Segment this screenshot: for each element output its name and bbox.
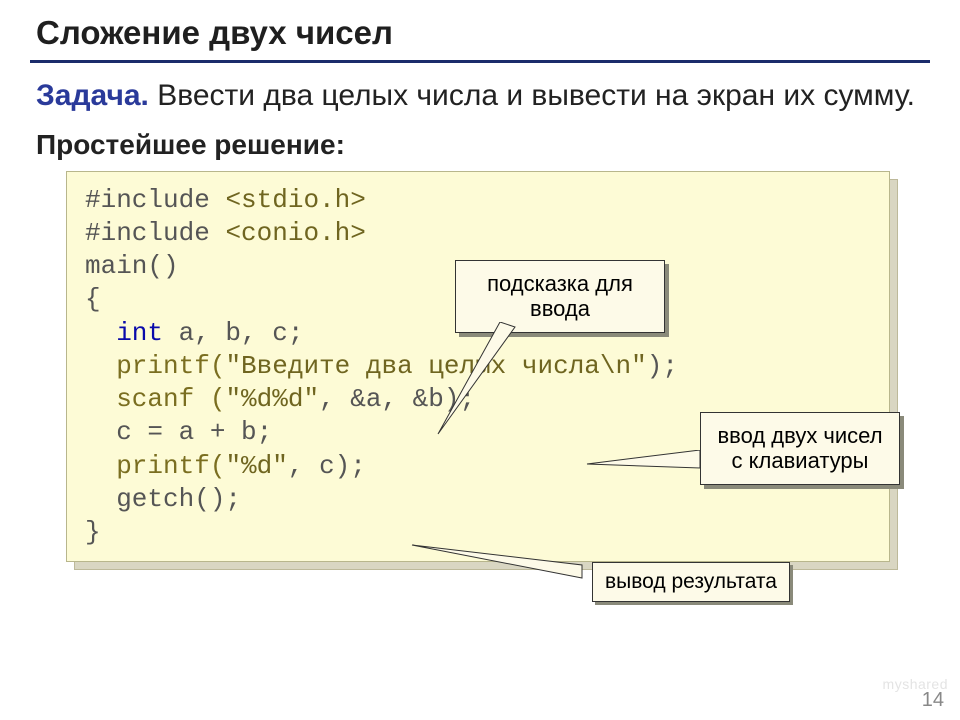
title-rule bbox=[30, 60, 930, 63]
code-block: #include <stdio.h> #include <conio.h> ma… bbox=[66, 171, 890, 563]
callout-hint: подсказка для ввода bbox=[455, 260, 665, 333]
slide-title: Сложение двух чисел bbox=[30, 14, 930, 60]
page-number: 14 bbox=[922, 689, 944, 712]
slide: Сложение двух чисел Задача. Ввести два ц… bbox=[0, 0, 960, 720]
code-content: #include <stdio.h> #include <conio.h> ma… bbox=[66, 171, 890, 563]
task-label: Задача. bbox=[36, 79, 149, 112]
callout-input: ввод двух чисел с клавиатуры bbox=[700, 412, 900, 485]
solution-heading: Простейшее решение: bbox=[30, 129, 930, 161]
callout-output: вывод результата bbox=[592, 562, 790, 602]
task-paragraph: Задача. Ввести два целых числа и вывести… bbox=[30, 77, 930, 115]
task-text: Ввести два целых числа и вывести на экра… bbox=[149, 79, 915, 112]
